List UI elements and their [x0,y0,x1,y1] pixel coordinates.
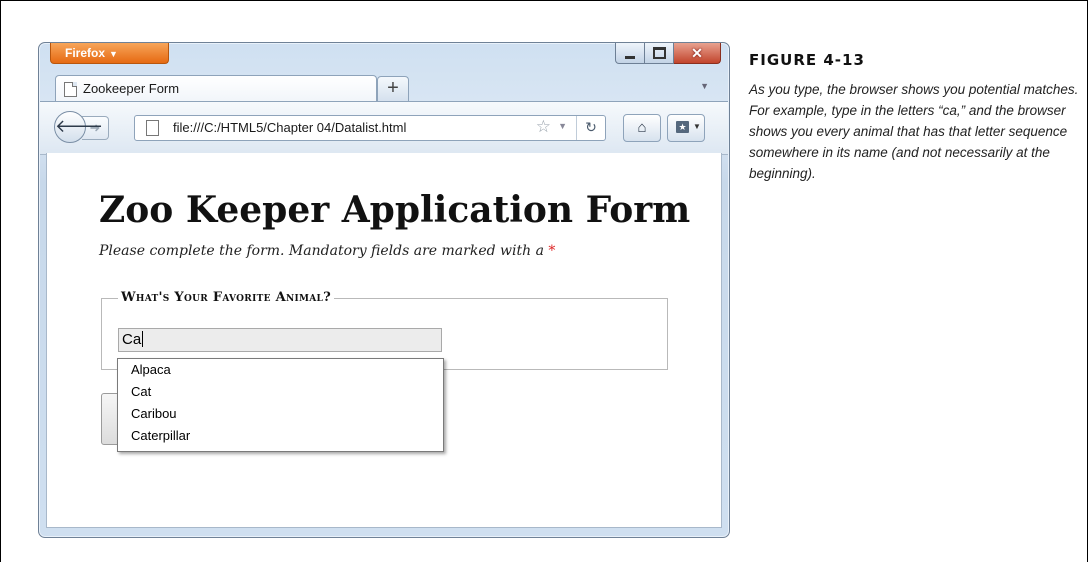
page-icon [146,120,159,136]
figure-caption: As you type, the browser shows you poten… [749,82,1079,181]
back-arrow-icon: 🡐 [55,116,104,136]
maximize-button[interactable] [645,43,674,64]
suggestion-item[interactable]: Caterpillar [118,425,443,447]
dropdown-arrow-icon: ▼ [109,49,118,59]
reload-button[interactable]: ↻ [576,116,605,140]
minimize-button[interactable] [615,43,645,64]
url-dropdown-icon[interactable]: ▼ [558,121,567,131]
favorite-animal-input[interactable]: Ca [118,328,442,352]
tab-zookeeper-form[interactable]: Zookeeper Form [55,75,377,102]
autocomplete-dropdown: Alpaca Cat Caribou Caterpillar [117,358,444,452]
firefox-menu-button[interactable]: Firefox ▼ [50,43,169,64]
close-button[interactable]: ✕ [674,43,721,64]
required-marker: * [548,243,556,259]
page-title: Zoo Keeper Application Form [99,189,691,231]
maximize-icon [652,47,666,59]
address-bar[interactable]: file:///C:/HTML5/Chapter 04/Datalist.htm… [134,115,606,141]
new-tab-button[interactable]: + [377,76,409,101]
navigation-toolbar: ➜ 🡐 file:///C:/HTML5/Chapter 04/Datalist… [40,101,728,155]
back-button[interactable]: 🡐 [54,111,103,143]
close-icon: ✕ [691,44,703,61]
window-controls: ✕ [615,43,721,65]
bookmarks-button[interactable]: ★ ▼ [667,114,705,142]
bookmarks-dropdown-icon: ▼ [693,122,701,131]
home-icon: ⌂ [637,119,647,136]
page-icon [64,82,77,97]
instructions-text: Please complete the form. Mandatory fiel… [99,243,544,259]
star-icon[interactable]: ☆ [536,117,551,137]
figure-label: FIGURE 4-13 [749,51,865,69]
suggestion-item[interactable]: Alpaca [118,359,443,381]
tab-list-icon[interactable]: ▼ [700,81,709,91]
page-instructions: Please complete the form. Mandatory fiel… [99,243,555,259]
text-caret [142,331,144,347]
reload-icon: ↻ [585,119,597,135]
bookmarks-icon: ★ [676,121,689,133]
firefox-menu-label: Firefox [65,46,106,60]
page-content: Zoo Keeper Application Form Please compl… [46,153,722,528]
browser-window: Firefox ▼ ✕ Zookeeper Form + ▼ ➜ 🡐 file:/… [38,42,730,538]
fieldset-legend: What's Your Favorite Animal? [118,290,335,305]
url-text[interactable]: file:///C:/HTML5/Chapter 04/Datalist.htm… [173,120,406,135]
home-button[interactable]: ⌂ [623,114,661,142]
minimize-icon [625,55,635,59]
input-value: Ca [122,331,142,348]
tab-title: Zookeeper Form [83,81,180,96]
suggestion-item[interactable]: Caribou [118,403,443,425]
suggestion-item[interactable]: Cat [118,381,443,403]
